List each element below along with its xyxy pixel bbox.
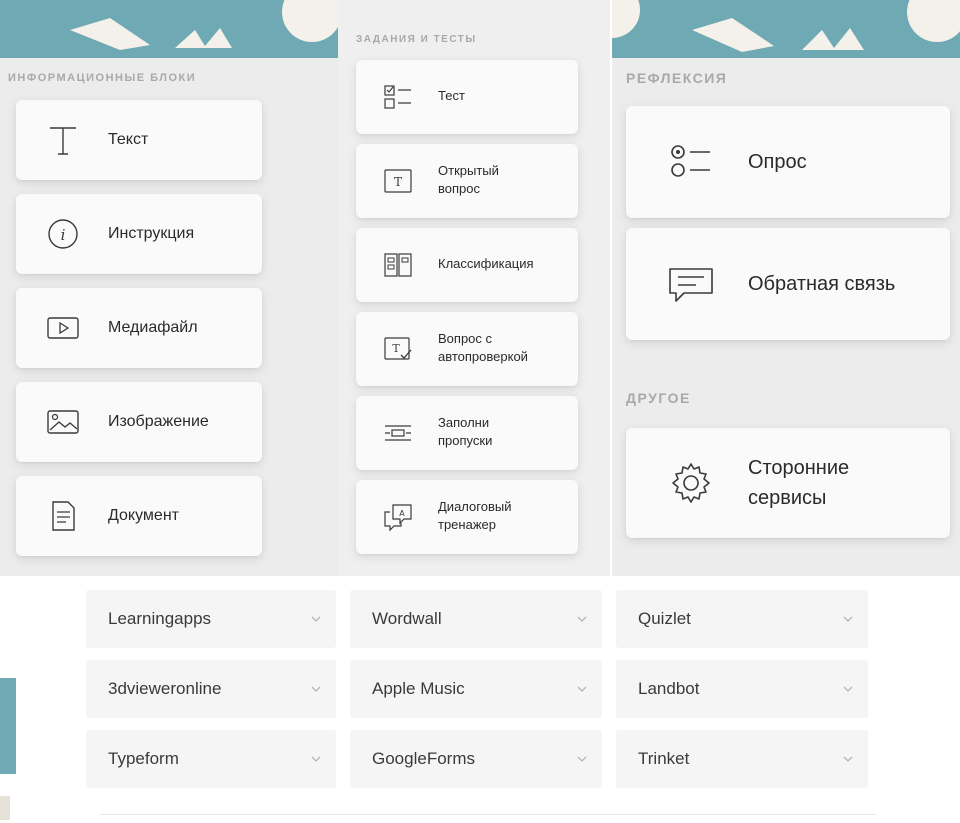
poll-icon bbox=[666, 137, 716, 187]
chevron-down-icon bbox=[577, 616, 587, 622]
info-blocks-panel: ИНФОРМАЦИОННЫЕ БЛОКИ Текст i Инструкция … bbox=[0, 0, 338, 576]
decorative-header-strip bbox=[612, 0, 960, 58]
block-text[interactable]: Текст bbox=[16, 100, 262, 180]
image-icon bbox=[46, 405, 80, 439]
service-label: Typeform bbox=[108, 749, 179, 768]
service-label: 3dvieweronline bbox=[108, 679, 222, 698]
block-label: Изображение bbox=[108, 413, 209, 430]
reflection-label: Опрос bbox=[748, 151, 807, 173]
service-label: Quizlet bbox=[638, 609, 691, 628]
chevron-down-icon bbox=[311, 686, 321, 692]
task-label: Открытый bbox=[438, 163, 499, 178]
task-label: Тест bbox=[438, 88, 465, 103]
task-label-line2: пропуски bbox=[438, 433, 493, 448]
service-dropdown-googleforms[interactable]: GoogleForms bbox=[350, 730, 602, 788]
task-label-line2: тренажер bbox=[438, 517, 496, 532]
text-check-icon: T bbox=[382, 333, 414, 365]
block-document[interactable]: Документ bbox=[16, 476, 262, 556]
section-header-other: ДРУГОЕ bbox=[626, 390, 691, 406]
block-label: Инструкция bbox=[108, 225, 195, 242]
task-label: Вопрос с bbox=[438, 331, 493, 346]
block-instruction[interactable]: i Инструкция bbox=[16, 194, 262, 274]
svg-text:T: T bbox=[394, 175, 402, 189]
svg-text:i: i bbox=[61, 226, 66, 244]
section-header-info: ИНФОРМАЦИОННЫЕ БЛОКИ bbox=[8, 72, 197, 84]
task-label: Заполни bbox=[438, 415, 490, 430]
task-label-line2: автопроверкой bbox=[438, 349, 528, 364]
service-dropdown-quizlet[interactable]: Quizlet bbox=[616, 590, 868, 648]
service-dropdown-trinket[interactable]: Trinket bbox=[616, 730, 868, 788]
svg-text:A: A bbox=[399, 509, 405, 518]
gear-icon bbox=[666, 458, 716, 508]
service-label: GoogleForms bbox=[372, 749, 475, 768]
chevron-down-icon bbox=[843, 686, 853, 692]
other-label-line2: сервисы bbox=[748, 487, 827, 509]
section-header-tasks: ЗАДАНИЯ И ТЕСТЫ bbox=[356, 34, 477, 45]
service-label: Wordwall bbox=[372, 609, 442, 628]
block-media[interactable]: Медиафайл bbox=[16, 288, 262, 368]
media-play-icon bbox=[46, 311, 80, 345]
reflection-panel: РЕФЛЕКСИЯ Опрос Обратная связь ДРУГОЕ Ст… bbox=[612, 0, 960, 576]
svg-text:T: T bbox=[392, 342, 400, 355]
service-dropdown-wordwall[interactable]: Wordwall bbox=[350, 590, 602, 648]
task-label: Диалоговый bbox=[438, 499, 512, 514]
task-open-question[interactable]: T Открытый вопрос bbox=[356, 144, 578, 218]
chevron-down-icon bbox=[577, 686, 587, 692]
block-label: Медиафайл bbox=[108, 319, 198, 336]
section-header-reflection: РЕФЛЕКСИЯ bbox=[626, 70, 728, 86]
other-label: Сторонние bbox=[748, 457, 850, 479]
text-box-icon: T bbox=[382, 165, 414, 197]
task-fill-gaps[interactable]: Заполни пропуски bbox=[356, 396, 578, 470]
block-label: Текст bbox=[108, 131, 149, 148]
feedback-icon bbox=[666, 259, 716, 309]
service-label: Learningapps bbox=[108, 609, 212, 628]
info-icon: i bbox=[46, 217, 80, 251]
edge-decoration bbox=[0, 678, 16, 774]
service-dropdown-landbot[interactable]: Landbot bbox=[616, 660, 868, 718]
tasks-tests-panel: ЗАДАНИЯ И ТЕСТЫ Тест T Открытый вопрос К… bbox=[338, 0, 610, 576]
task-classification[interactable]: Классификация bbox=[356, 228, 578, 302]
task-test[interactable]: Тест bbox=[356, 60, 578, 134]
reflection-feedback[interactable]: Обратная связь bbox=[626, 228, 950, 340]
reflection-poll[interactable]: Опрос bbox=[626, 106, 950, 218]
service-dropdown-typeform[interactable]: Typeform bbox=[86, 730, 336, 788]
service-label: Trinket bbox=[638, 749, 690, 768]
other-third-party-services[interactable]: Сторонние сервисы bbox=[626, 428, 950, 538]
chevron-down-icon bbox=[311, 616, 321, 622]
chevron-down-icon bbox=[843, 756, 853, 762]
decorative-header-strip bbox=[0, 0, 338, 58]
chevron-down-icon bbox=[577, 756, 587, 762]
chevron-down-icon bbox=[843, 616, 853, 622]
checklist-icon bbox=[382, 81, 414, 113]
chevron-down-icon bbox=[311, 756, 321, 762]
task-auto-check[interactable]: T Вопрос с автопроверкой bbox=[356, 312, 578, 386]
text-t-icon bbox=[46, 123, 80, 157]
dialog-icon: A bbox=[382, 501, 414, 533]
task-label: Классификация bbox=[438, 256, 534, 271]
service-dropdown-apple-music[interactable]: Apple Music bbox=[350, 660, 602, 718]
service-dropdown-learningapps[interactable]: Learningapps bbox=[86, 590, 336, 648]
block-image[interactable]: Изображение bbox=[16, 382, 262, 462]
reflection-label: Обратная связь bbox=[748, 273, 896, 295]
columns-icon bbox=[382, 249, 414, 281]
bottom-divider bbox=[100, 814, 876, 815]
block-label: Документ bbox=[108, 507, 179, 524]
service-label: Apple Music bbox=[372, 679, 465, 698]
fill-gaps-icon bbox=[382, 417, 414, 449]
service-dropdown-3dvieweronline[interactable]: 3dvieweronline bbox=[86, 660, 336, 718]
task-dialog-trainer[interactable]: A Диалоговый тренажер bbox=[356, 480, 578, 554]
service-label: Landbot bbox=[638, 679, 700, 698]
task-label-line2: вопрос bbox=[438, 181, 480, 196]
edge-decoration bbox=[0, 796, 10, 820]
document-icon bbox=[46, 499, 80, 533]
